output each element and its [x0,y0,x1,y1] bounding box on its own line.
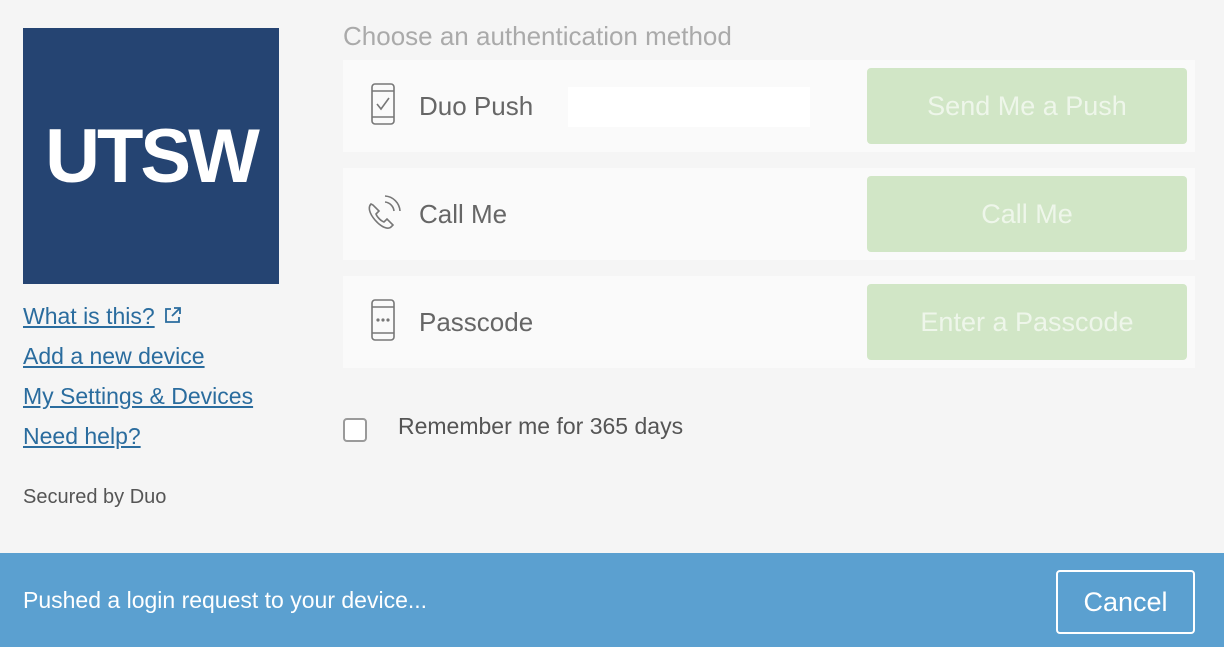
logo-text: UTSW [45,113,260,199]
external-link-icon [163,301,183,333]
help-link[interactable]: Need help? [23,420,253,460]
call-me-button[interactable]: Call Me [867,176,1187,252]
settings-link[interactable]: My Settings & Devices [23,380,253,420]
remember-me-checkbox[interactable] [343,418,367,442]
utsw-logo: UTSW [23,28,279,284]
redacted-device-area [568,87,810,127]
phone-check-icon [363,82,403,130]
what-is-this-label: What is this? [23,303,155,329]
method-label-duo-push: Duo Push [419,91,534,121]
remember-me: Remember me for 365 days [343,410,683,442]
send-push-button[interactable]: Send Me a Push [867,68,1187,144]
status-message: Pushed a login request to your device... [23,587,428,613]
method-row-passcode: Passcode Enter a Passcode [343,276,1195,368]
add-device-link[interactable]: Add a new device [23,340,253,380]
what-is-this-link[interactable]: What is this? [23,300,253,340]
phone-passcode-icon [363,298,403,346]
method-label-call-me: Call Me [419,199,508,229]
secured-by-text: Secured by Duo [23,486,167,508]
method-row-call-me: Call Me Call Me [343,168,1195,260]
method-label-passcode: Passcode [419,307,534,337]
enter-passcode-button[interactable]: Enter a Passcode [867,284,1187,360]
auth-method-heading: Choose an authentication method [343,21,732,51]
sidebar-links: What is this? Add a new device My Settin… [23,300,253,460]
phone-call-icon [363,190,403,238]
method-row-duo-push: Duo Push Send Me a Push [343,60,1195,152]
status-bar: Pushed a login request to your device...… [0,553,1224,647]
remember-me-label: Remember me for 365 days [398,412,684,439]
cancel-button[interactable]: Cancel [1056,570,1195,634]
